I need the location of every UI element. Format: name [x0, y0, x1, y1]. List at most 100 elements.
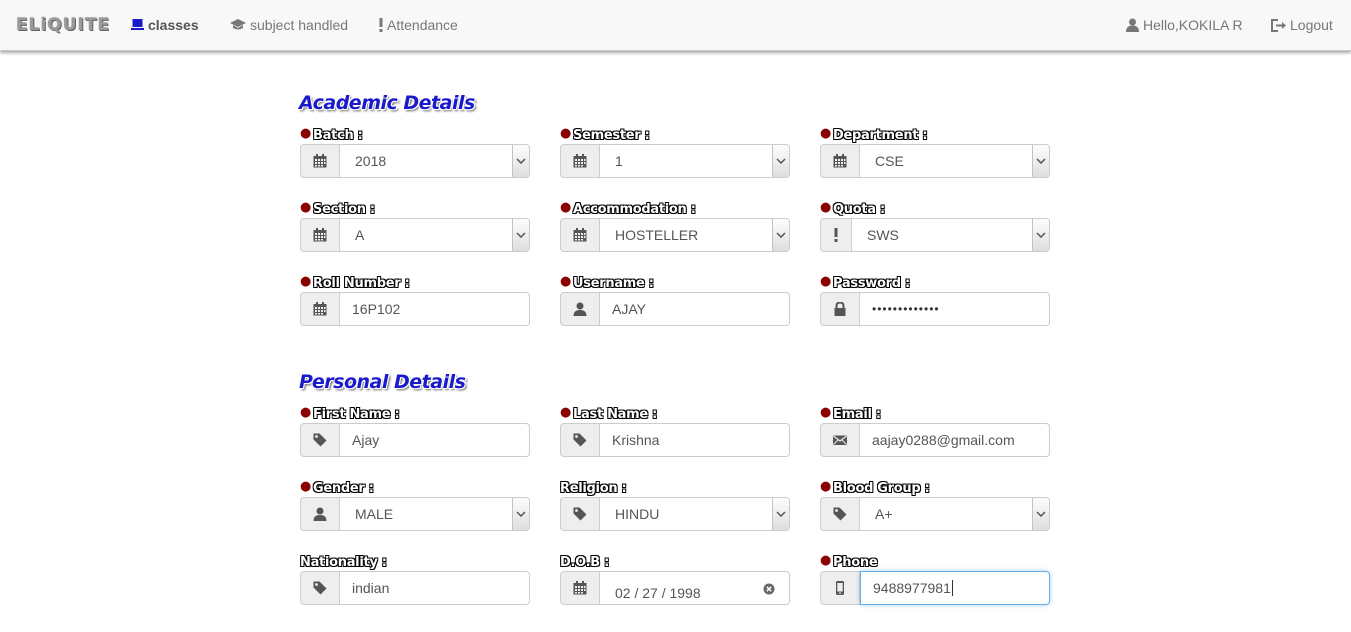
logout-link[interactable]: Logout: [1271, 17, 1333, 33]
user-icon: [300, 497, 340, 531]
calendar-icon: [300, 218, 340, 252]
semester-select[interactable]: 1: [600, 144, 790, 178]
blood-group-select[interactable]: A+: [860, 497, 1050, 531]
nationality-label: Nationality :: [300, 555, 387, 570]
section-label: ● Section :: [300, 200, 375, 217]
department-field: ● Department : CSE: [820, 126, 1050, 188]
tag-icon: [300, 571, 340, 605]
section-select[interactable]: A: [340, 218, 530, 252]
semester-field: ● Semester : 1: [560, 126, 790, 188]
accommodation-select[interactable]: HOSTELLER: [600, 218, 790, 252]
quota-label: ● Quota :: [820, 200, 885, 217]
dob-label: D.O.B :: [560, 555, 609, 570]
nationality-input[interactable]: indian: [340, 571, 530, 605]
first-name-field: ● First Name : Ajay: [300, 405, 530, 467]
chevron-down-icon[interactable]: [1032, 219, 1049, 251]
nav-classes-label: classes: [148, 17, 199, 33]
nav-subject-handled[interactable]: subject handled: [230, 17, 348, 33]
last-name-label: ● Last Name :: [560, 405, 658, 422]
username-input[interactable]: AJAY: [600, 292, 790, 326]
logout-icon: [1271, 18, 1286, 32]
nationality-field: Nationality : indian: [300, 555, 530, 615]
religion-select[interactable]: HINDU: [600, 497, 790, 531]
calendar-icon: [560, 218, 600, 252]
chevron-down-icon[interactable]: [772, 145, 789, 177]
lock-icon: [820, 292, 860, 326]
religion-label: Religion :: [560, 481, 627, 496]
department-select[interactable]: CSE: [860, 144, 1050, 178]
username-label: ● Username :: [560, 274, 654, 291]
accommodation-label: ● Accommodation :: [560, 200, 696, 217]
academic-details-title: Academic Details: [299, 92, 475, 114]
quota-select[interactable]: SWS: [852, 218, 1050, 252]
username-field: ● Username : AJAY: [560, 274, 790, 336]
last-name-input[interactable]: Krishna: [600, 423, 790, 457]
phone-field: ● Phone 9488977981: [820, 553, 1050, 615]
password-field: ● Password : •••••••••••••: [820, 274, 1050, 336]
personal-details-title: Personal Details: [299, 371, 466, 393]
roll-number-input[interactable]: 16P102: [340, 292, 530, 326]
calendar-icon: [820, 144, 860, 178]
blood-group-label: ● Blood Group :: [820, 479, 930, 496]
clear-icon[interactable]: [763, 582, 775, 595]
calendar-icon: [560, 144, 600, 178]
quota-field: ● Quota : SWS: [820, 200, 1050, 262]
calendar-icon: [300, 144, 340, 178]
first-name-input[interactable]: Ajay: [340, 423, 530, 457]
graduation-cap-icon: [230, 19, 246, 31]
email-field: ● Email : aajay0288@gmail.com: [820, 405, 1050, 467]
password-label: ● Password :: [820, 274, 910, 291]
gender-select[interactable]: MALE: [340, 497, 530, 531]
email-label: ● Email :: [820, 405, 881, 422]
gender-label: ● Gender :: [300, 479, 374, 496]
chevron-down-icon[interactable]: [512, 498, 529, 530]
password-input[interactable]: •••••••••••••: [860, 292, 1050, 326]
batch-field: ● Batch : 2018: [300, 126, 530, 188]
department-label: ● Department :: [820, 126, 928, 143]
top-navbar: ELiQUITE classes subject handled Attenda…: [0, 0, 1351, 51]
chevron-down-icon[interactable]: [512, 219, 529, 251]
roll-number-label: ● Roll Number :: [300, 274, 410, 291]
phone-input[interactable]: 9488977981: [860, 571, 1050, 605]
chevron-down-icon[interactable]: [772, 498, 789, 530]
religion-field: Religion : HINDU: [560, 481, 790, 541]
nav-attendance-label: Attendance: [387, 17, 458, 33]
email-input[interactable]: aajay0288@gmail.com: [860, 423, 1050, 457]
nav-attendance[interactable]: Attendance: [379, 17, 458, 33]
user-greeting[interactable]: Hello,KOKILA R: [1126, 17, 1243, 33]
chevron-down-icon[interactable]: [772, 219, 789, 251]
dob-date-input[interactable]: 02 / 27 / 1998: [600, 571, 790, 605]
last-name-field: ● Last Name : Krishna: [560, 405, 790, 467]
exclamation-icon: [379, 18, 383, 32]
phone-label: ● Phone: [820, 553, 878, 570]
nav-classes[interactable]: classes: [131, 17, 199, 33]
user-icon: [560, 292, 600, 326]
tag-icon: [560, 497, 600, 531]
mobile-icon: [820, 571, 860, 605]
text-caret: [951, 580, 953, 596]
brand-logo[interactable]: ELiQUITE: [16, 15, 110, 35]
tag-icon: [820, 497, 860, 531]
chevron-down-icon[interactable]: [1032, 145, 1049, 177]
greeting-label: Hello,KOKILA R: [1143, 17, 1243, 33]
batch-label: ● Batch :: [300, 126, 363, 143]
dob-field: D.O.B : 02 / 27 / 1998: [560, 555, 790, 615]
exclamation-icon: [820, 218, 852, 252]
semester-label: ● Semester :: [560, 126, 650, 143]
user-icon: [1126, 18, 1139, 32]
chevron-down-icon[interactable]: [512, 145, 529, 177]
section-field: ● Section : A: [300, 200, 530, 262]
laptop-icon: [131, 19, 144, 31]
accommodation-field: ● Accommodation : HOSTELLER: [560, 200, 790, 262]
chevron-down-icon[interactable]: [1032, 498, 1049, 530]
tag-icon: [560, 423, 600, 457]
gender-field: ● Gender : MALE: [300, 479, 530, 541]
batch-select[interactable]: 2018: [340, 144, 530, 178]
envelope-icon: [820, 423, 860, 457]
tag-icon: [300, 423, 340, 457]
logout-label: Logout: [1290, 17, 1333, 33]
first-name-label: ● First Name :: [300, 405, 400, 422]
roll-number-field: ● Roll Number : 16P102: [300, 274, 530, 336]
calendar-icon: [300, 292, 340, 326]
blood-group-field: ● Blood Group : A+: [820, 479, 1050, 541]
